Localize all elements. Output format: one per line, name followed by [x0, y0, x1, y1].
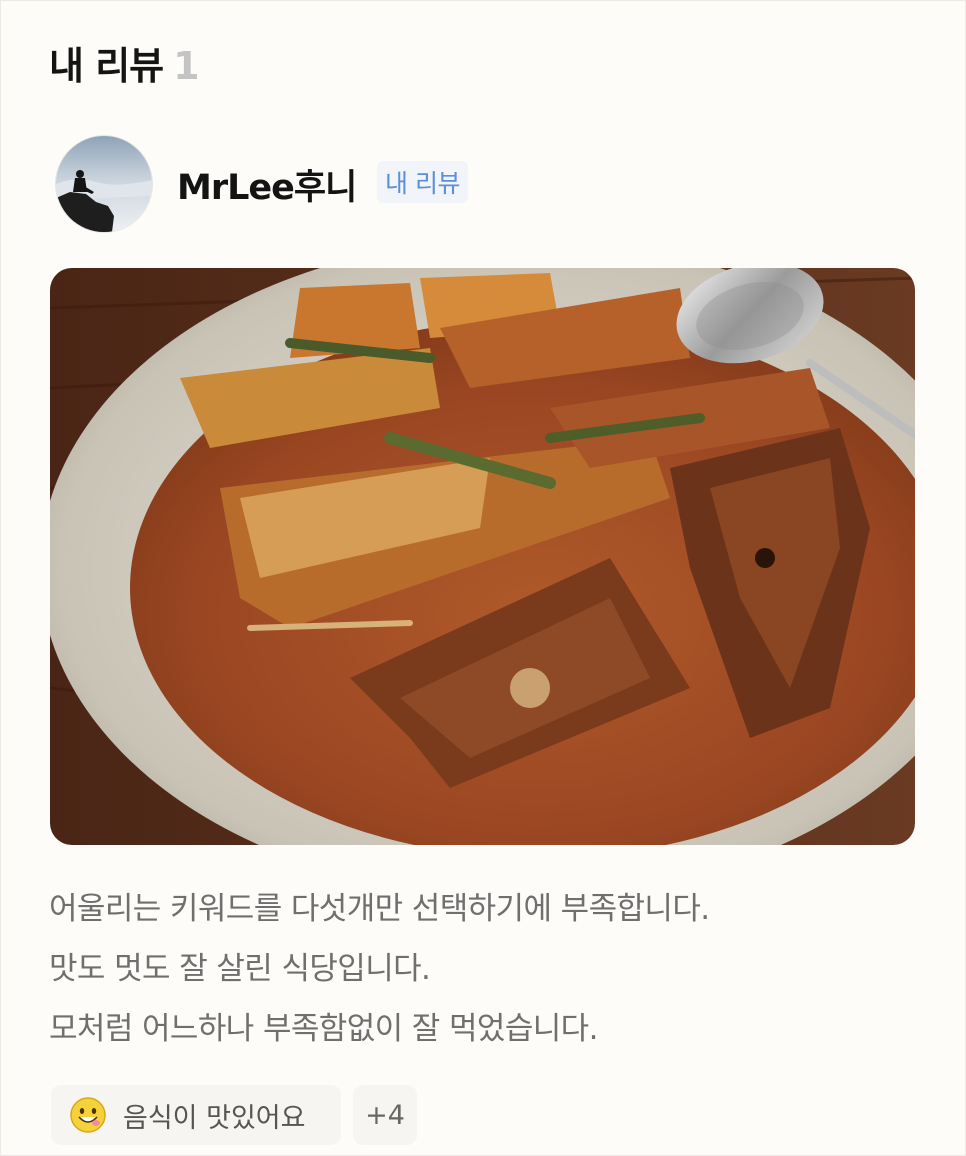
- review-body: 어울리는 키워드를 다섯개만 선택하기에 부족합니다. 맛도 멋도 잘 살린 식…: [49, 879, 929, 1059]
- review-line: 어울리는 키워드를 다섯개만 선택하기에 부족합니다.: [49, 891, 710, 927]
- smiley-face-icon: [70, 1097, 106, 1133]
- keyword-chip[interactable]: 음식이 맛있어요: [51, 1085, 341, 1145]
- review-count: 1: [173, 44, 199, 88]
- section-title-label: 내 리뷰: [49, 44, 164, 88]
- review-photo[interactable]: [50, 268, 915, 845]
- more-keywords-chip[interactable]: +4: [353, 1085, 417, 1145]
- review-line: 모처럼 어느하나 부족함없이 잘 먹었습니다.: [49, 1011, 598, 1047]
- review-card: 내 리뷰 1 MrLee후니 내 리뷰 어울리는 키워드를 다섯개만 선택하기에…: [0, 0, 966, 1156]
- keyword-chip-label: 음식이 맛있어요: [123, 1102, 306, 1134]
- page-title: 내 리뷰 1: [49, 35, 200, 90]
- reviewer-name[interactable]: MrLee후니: [177, 159, 357, 210]
- avatar[interactable]: [55, 135, 153, 233]
- my-review-badge: 내 리뷰: [377, 161, 468, 203]
- food-photo-image: [50, 268, 915, 845]
- avatar-image: [56, 136, 152, 232]
- review-line: 맛도 멋도 잘 살린 식당입니다.: [49, 951, 431, 987]
